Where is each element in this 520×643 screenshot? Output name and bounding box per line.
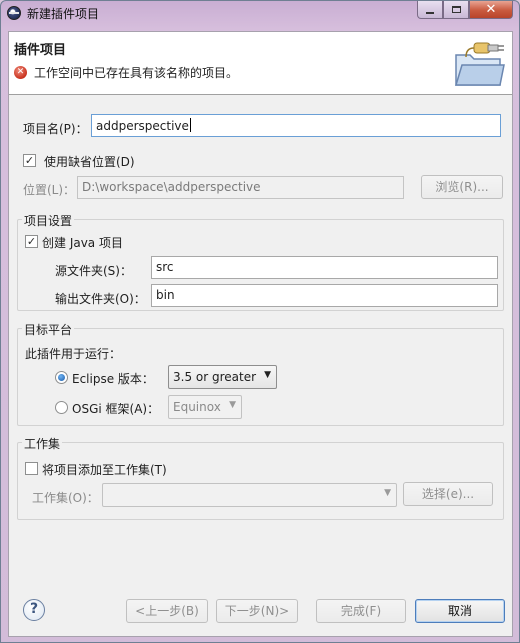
project-settings-title: 项目设置 [22, 212, 75, 229]
source-folder-value: src [156, 260, 174, 274]
help-icon[interactable]: ? [23, 599, 45, 621]
output-folder-value: bin [156, 288, 175, 302]
dropdown-arrow-icon: ▼ [384, 488, 391, 498]
page-title: 插件项目 [14, 43, 67, 58]
dialog-client-area: 插件项目 ✕ 工作空间中已存在具有该名称的项目。 项目名(P)： addpers… [8, 31, 513, 637]
browse-button[interactable]: 浏览(R)... [421, 175, 503, 199]
project-settings-group: 项目设置 创建 Java 项目 源文件夹(S)： src 输出文件夹(O)： b… [17, 212, 504, 311]
location-label: 位置(L)： [23, 183, 76, 197]
eclipse-version-radio[interactable] [55, 371, 68, 384]
use-default-location-checkbox[interactable] [23, 154, 36, 167]
title-bar[interactable]: 新建插件项目 ✕ [1, 1, 519, 25]
location-input[interactable]: D:\workspace\addperspective [77, 176, 404, 199]
create-java-project-label: 创建 Java 项目 [42, 236, 123, 250]
close-button[interactable]: ✕ [469, 1, 513, 19]
text-caret [189, 118, 191, 132]
window-title: 新建插件项目 [27, 7, 100, 21]
eclipse-version-dropdown[interactable]: 3.5 or greater ▼ [168, 365, 277, 389]
output-folder-input[interactable]: bin [151, 284, 498, 307]
source-folder-label: 源文件夹(S)： [55, 264, 132, 278]
working-set-label: 工作集(O)： [32, 491, 99, 505]
use-default-location-label: 使用缺省位置(D) [44, 155, 135, 169]
osgi-framework-label: OSGi 框架(A)： [72, 402, 160, 416]
error-icon: ✕ [14, 66, 27, 79]
dropdown-arrow-icon: ▼ [264, 370, 271, 380]
back-button[interactable]: <上一步(B) [126, 599, 208, 623]
project-name-value: addperspective [96, 119, 189, 133]
project-name-label: 项目名(P)： [23, 122, 88, 136]
working-sets-group: 工作集 将项目添加至工作集(T) 工作集(O)： ▼ 选择(e)... [17, 435, 504, 520]
error-message: ✕ 工作空间中已存在具有该名称的项目。 [14, 64, 238, 81]
output-folder-label: 输出文件夹(O)： [55, 292, 146, 306]
maximize-icon [451, 6, 461, 13]
source-folder-input[interactable]: src [151, 256, 498, 279]
create-java-project-checkbox[interactable] [25, 235, 38, 248]
minimize-icon [426, 11, 434, 14]
eclipse-icon [7, 6, 21, 20]
osgi-framework-dropdown[interactable]: Equinox ▼ [168, 395, 242, 419]
target-platform-title: 目标平台 [22, 321, 75, 338]
location-value: D:\workspace\addperspective [82, 180, 261, 194]
error-message-text: 工作空间中已存在具有该名称的项目。 [34, 66, 239, 80]
wizard-header: 插件项目 ✕ 工作空间中已存在具有该名称的项目。 [9, 32, 512, 95]
target-platform-group: 目标平台 此插件用于运行： Eclipse 版本： 3.5 or greater… [17, 321, 504, 426]
new-plugin-project-icon [454, 42, 505, 86]
caption-buttons: ✕ [417, 1, 513, 19]
osgi-framework-radio[interactable] [55, 401, 68, 414]
eclipse-version-label: Eclipse 版本： [72, 372, 154, 386]
close-icon: ✕ [485, 2, 497, 17]
working-set-dropdown[interactable]: ▼ [102, 483, 397, 507]
next-button[interactable]: 下一步(N)> [216, 599, 298, 623]
minimize-button[interactable] [417, 1, 443, 19]
osgi-framework-value: Equinox [173, 400, 221, 414]
select-working-set-button[interactable]: 选择(e)... [403, 482, 493, 506]
finish-button[interactable]: 完成(F) [316, 599, 406, 623]
dialog-window: 新建插件项目 ✕ 插件项目 ✕ 工作空间中已存在具有该名称的项目。 项目名(P)… [0, 0, 520, 643]
eclipse-version-value: 3.5 or greater [173, 370, 257, 384]
working-sets-title: 工作集 [22, 435, 63, 452]
maximize-button[interactable] [443, 1, 469, 19]
project-name-input[interactable]: addperspective [91, 114, 501, 137]
cancel-button[interactable]: 取消 [415, 599, 505, 623]
run-with-label: 此插件用于运行： [25, 347, 122, 361]
add-to-working-set-label: 将项目添加至工作集(T) [42, 463, 167, 477]
dropdown-arrow-icon: ▼ [229, 400, 236, 410]
add-to-working-set-checkbox[interactable] [25, 462, 38, 475]
